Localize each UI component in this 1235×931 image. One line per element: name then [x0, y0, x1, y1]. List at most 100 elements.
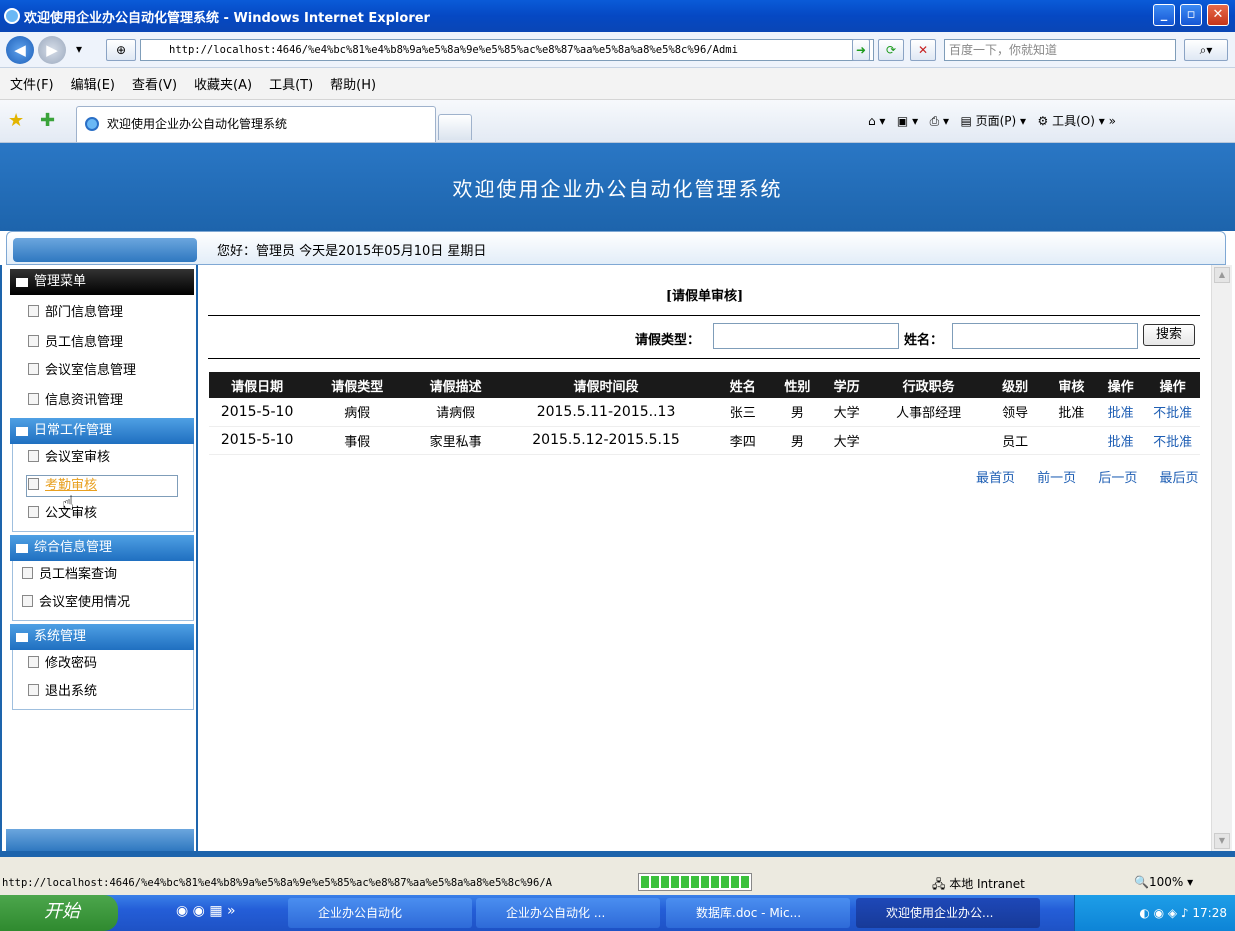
sidebar-item-news[interactable]: 信息资讯管理: [28, 393, 123, 409]
menu-edit[interactable]: 编辑(E): [71, 74, 115, 93]
search-icon[interactable]: ⌕▾: [1184, 39, 1228, 61]
cell-desc: 请病假: [409, 398, 503, 427]
reject-link[interactable]: 不批准: [1145, 426, 1200, 455]
cell-audit: 批准: [1046, 398, 1097, 427]
leave-type-input[interactable]: [713, 323, 899, 349]
col-edu: 学历: [819, 372, 874, 398]
vertical-scrollbar[interactable]: ▲ ▼: [1211, 265, 1232, 851]
cell-audit: [1046, 426, 1097, 455]
print-icon[interactable]: ⎙ ▾: [930, 114, 949, 128]
col-date: 请假日期: [209, 372, 306, 398]
approve-link[interactable]: 批准: [1096, 426, 1146, 455]
task-vs[interactable]: 企业办公自动化 ...: [476, 898, 660, 928]
menu-help[interactable]: 帮助(H): [330, 74, 376, 93]
banner-title: 欢迎使用企业办公自动化管理系统: [452, 177, 783, 201]
quicklaunch-icons[interactable]: ◉ ◉ ▦ »: [176, 903, 236, 919]
menu-bar: 文件(F) 编辑(E) 查看(V) 收藏夹(A) 工具(T) 帮助(H): [0, 68, 1235, 100]
menu-file[interactable]: 文件(F): [10, 74, 54, 93]
loading-progress: [638, 873, 752, 891]
new-tab-button[interactable]: [438, 114, 472, 140]
add-favorite-icon[interactable]: ⊕: [106, 39, 136, 61]
status-bar: http://localhost:4646/%e4%bc%81%e4%b8%9a…: [0, 851, 1235, 895]
task-ie[interactable]: 欢迎使用企业办公...: [856, 898, 1040, 928]
sidebar-item-staff[interactable]: 员工信息管理: [28, 335, 123, 351]
window-titlebar: 欢迎使用企业办公自动化管理系统 - Windows Internet Explo…: [0, 0, 1235, 32]
task-explorer[interactable]: 企业办公自动化: [288, 898, 472, 928]
sidebar-item-room-usage[interactable]: 会议室使用情况: [22, 595, 130, 611]
scroll-down-icon[interactable]: ▼: [1214, 833, 1230, 849]
sidebar-item-meeting-audit[interactable]: 会议室审核: [28, 450, 110, 466]
chevron-more-icon[interactable]: »: [1109, 114, 1116, 128]
table-row: 2015-5-10 病假 请病假 2015.5.11-2015..13 张三 男…: [209, 398, 1200, 427]
page-ie-icon: [85, 117, 99, 131]
menu-tools[interactable]: 工具(T): [269, 74, 313, 93]
cell-type: 事假: [305, 426, 410, 455]
section-general-info[interactable]: 综合信息管理: [10, 535, 194, 561]
reject-link[interactable]: 不批准: [1145, 398, 1200, 427]
add-favorites-icon[interactable]: ✚: [40, 110, 55, 131]
col-op2: 操作: [1145, 372, 1200, 398]
col-op1: 操作: [1096, 372, 1146, 398]
col-sex: 性别: [775, 372, 820, 398]
address-input[interactable]: http://localhost:4646/%e4%bc%81%e4%b8%9a…: [140, 39, 874, 61]
sidebar-item-dept[interactable]: 部门信息管理: [28, 305, 123, 321]
section-system[interactable]: 系统管理: [10, 624, 194, 650]
tab-current[interactable]: 欢迎使用企业办公自动化管理系统: [76, 106, 436, 142]
tools-menu[interactable]: ⚙ 工具(O) ▾: [1038, 114, 1105, 128]
sidebar-item-archive[interactable]: 员工档案查询: [22, 567, 117, 583]
go-icon[interactable]: ➜: [852, 39, 870, 61]
back-button[interactable]: ◀: [6, 36, 34, 64]
cell-date: 2015-5-10: [209, 426, 306, 455]
cell-duty: 人事部经理: [874, 398, 984, 427]
menu-view[interactable]: 查看(V): [132, 74, 177, 93]
table-row: 2015-5-10 事假 家里私事 2015.5.12-2015.5.15 李四…: [209, 426, 1200, 455]
refresh-button[interactable]: ⟳: [878, 39, 904, 61]
site-banner: 欢迎使用企业办公自动化管理系统: [0, 143, 1235, 231]
page-menu[interactable]: ▤ 页面(P) ▾: [960, 114, 1026, 128]
zoom-level[interactable]: 🔍100% ▾: [1134, 875, 1193, 889]
approve-link[interactable]: 批准: [1096, 398, 1146, 427]
favorites-star-icon[interactable]: ★: [8, 110, 24, 131]
pager-prev[interactable]: 前一页: [1037, 471, 1076, 486]
pager-next[interactable]: 后一页: [1098, 471, 1137, 486]
minimize-button[interactable]: _: [1153, 4, 1175, 26]
cell-level: 领导: [983, 398, 1047, 427]
cell-date: 2015-5-10: [209, 398, 306, 427]
cell-sex: 男: [775, 426, 820, 455]
history-dropdown-icon[interactable]: ▾: [70, 39, 88, 61]
window-title: 欢迎使用企业办公自动化管理系统 - Windows Internet Explo…: [24, 10, 430, 26]
search-button[interactable]: 搜索: [1143, 324, 1195, 346]
cell-name: 李四: [709, 426, 776, 455]
sidebar-item-change-password[interactable]: 修改密码: [28, 656, 97, 672]
col-duty: 行政职务: [874, 372, 984, 398]
start-button[interactable]: 开始: [0, 895, 118, 931]
task-word[interactable]: 数据库.doc - Mic...: [666, 898, 850, 928]
hand-cursor-icon: ☝: [62, 491, 75, 515]
col-desc: 请假描述: [409, 372, 503, 398]
maximize-button[interactable]: ▫: [1180, 4, 1202, 26]
tray-icons[interactable]: ◐ ◉ ◈ ♪: [1139, 906, 1192, 920]
filter-type-label: 请假类型：: [635, 333, 701, 348]
sidebar-item-logout[interactable]: 退出系统: [28, 684, 97, 700]
scroll-up-icon[interactable]: ▲: [1214, 267, 1230, 283]
menu-favorites[interactable]: 收藏夹(A): [194, 74, 252, 93]
divider-top: [208, 315, 1200, 316]
col-name: 姓名: [709, 372, 776, 398]
cell-name: 张三: [709, 398, 776, 427]
search-input[interactable]: 百度一下，你就知道: [944, 39, 1176, 61]
section-daily-work[interactable]: 日常工作管理: [10, 418, 194, 444]
sidebar-item-meeting-room[interactable]: 会议室信息管理: [28, 363, 136, 379]
cell-duty: [874, 426, 984, 455]
stop-button[interactable]: ✕: [910, 39, 936, 61]
col-period: 请假时间段: [502, 372, 710, 398]
command-bar: ⌂ ▾ ▣ ▾ ⎙ ▾ ▤ 页面(P) ▾ ⚙ 工具(O) ▾ »: [868, 112, 1116, 129]
feeds-icon[interactable]: ▣ ▾: [897, 114, 918, 128]
welcome-decoration: [13, 238, 197, 262]
pager-last[interactable]: 最后页: [1159, 471, 1198, 486]
cell-type: 病假: [305, 398, 410, 427]
pager-first[interactable]: 最首页: [976, 471, 1015, 486]
close-button[interactable]: ✕: [1207, 4, 1229, 26]
forward-button[interactable]: ▶: [38, 36, 66, 64]
name-input[interactable]: [952, 323, 1138, 349]
home-icon[interactable]: ⌂ ▾: [868, 114, 885, 128]
